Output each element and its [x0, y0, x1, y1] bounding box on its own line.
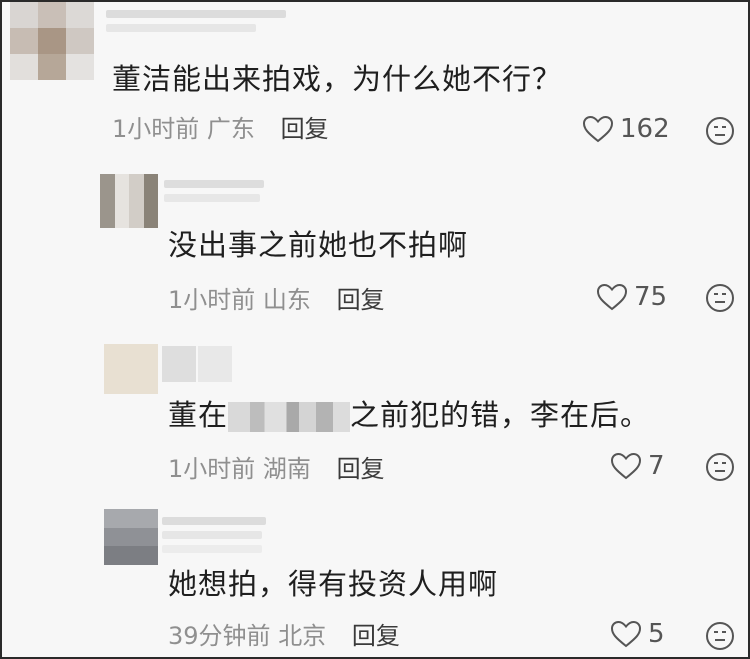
meh-face-icon[interactable]	[705, 283, 735, 313]
reply-button[interactable]: 回复	[337, 286, 385, 314]
comment-item: 董洁能出来拍戏，为什么她不行？ 1小时前 广东 回复 162	[2, 2, 748, 162]
reply-button[interactable]: 回复	[337, 455, 385, 483]
reply-button[interactable]: 回复	[352, 622, 400, 650]
meh-face-icon[interactable]	[705, 621, 735, 651]
comment-meta: 1小时前 广东 回复	[112, 114, 329, 144]
like-button[interactable]: 7	[610, 451, 665, 481]
comment-location: 广东	[206, 115, 255, 143]
like-button[interactable]: 75	[596, 282, 667, 312]
comment-location: 山东	[262, 286, 311, 314]
like-button[interactable]: 162	[582, 114, 670, 144]
like-button[interactable]: 5	[610, 619, 665, 649]
like-count: 75	[634, 282, 668, 312]
heart-outline-icon	[610, 452, 642, 480]
reply-item: 她想拍，得有投资人用啊 39分钟前 北京 回复 5	[2, 507, 748, 657]
comment-meta: 1小时前 湖南 回复	[168, 454, 385, 484]
heart-outline-icon	[610, 620, 642, 648]
heart-outline-icon	[582, 115, 614, 143]
comment-location: 湖南	[262, 455, 311, 483]
like-count: 7	[648, 451, 665, 481]
mosaic-censored-text	[228, 402, 351, 432]
meh-face-icon[interactable]	[705, 452, 735, 482]
reply-item: 董在 之前犯的错，李在后。 1小时前 湖南 回复 7	[2, 332, 748, 507]
comment-time: 39分钟前	[168, 622, 271, 650]
comment-text: 董洁能出来拍戏，为什么她不行？	[112, 62, 563, 96]
avatar[interactable]	[100, 174, 158, 228]
comment-meta: 39分钟前 北京 回复	[168, 621, 400, 651]
comment-list: 董洁能出来拍戏，为什么她不行？ 1小时前 广东 回复 162 没出事之前她也不拍	[0, 0, 750, 659]
username-blurred[interactable]	[106, 10, 286, 32]
comment-time: 1小时前	[112, 115, 200, 143]
comment-meta: 1小时前 山东 回复	[168, 285, 385, 315]
avatar[interactable]	[104, 344, 158, 394]
comment-text: 董在 之前犯的错，李在后。	[168, 398, 650, 432]
comment-text-part1: 董在	[168, 398, 229, 432]
reply-item: 没出事之前她也不拍啊 1小时前 山东 回复 75	[2, 162, 748, 332]
username-blurred[interactable]	[162, 346, 232, 382]
reply-button[interactable]: 回复	[281, 115, 329, 143]
comment-text: 她想拍，得有投资人用啊	[168, 567, 499, 601]
comment-location: 北京	[278, 622, 327, 650]
like-count: 5	[648, 619, 665, 649]
heart-outline-icon	[596, 283, 628, 311]
meh-face-icon[interactable]	[705, 116, 735, 146]
username-blurred[interactable]	[162, 517, 266, 553]
comment-time: 1小时前	[168, 286, 256, 314]
comment-time: 1小时前	[168, 455, 256, 483]
comment-text: 没出事之前她也不拍啊	[168, 228, 469, 262]
like-count: 162	[620, 114, 670, 144]
comment-text-part2: 之前犯的错，李在后。	[350, 398, 651, 432]
avatar[interactable]	[104, 509, 158, 565]
avatar[interactable]	[10, 2, 94, 80]
username-blurred[interactable]	[164, 180, 264, 202]
